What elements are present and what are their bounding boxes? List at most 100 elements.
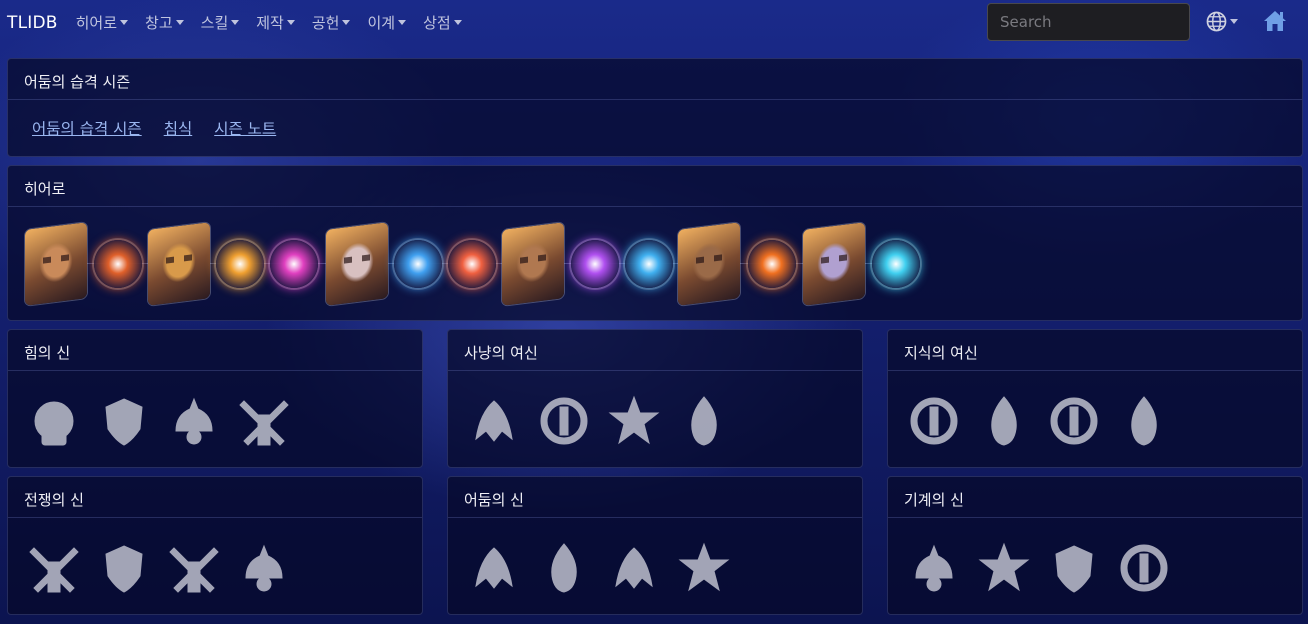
nav-hero[interactable]: 히어로 bbox=[75, 12, 129, 33]
god-card-hunting: 사냥의 여신 bbox=[447, 329, 863, 468]
god-icons-hunting bbox=[448, 371, 862, 449]
chevron-down-icon bbox=[286, 19, 295, 25]
nav-skill[interactable]: 스킬 bbox=[201, 12, 240, 33]
god-emblem-icon[interactable] bbox=[1046, 393, 1102, 449]
chevron-down-icon bbox=[175, 19, 184, 25]
brand-logo[interactable]: TLIDB bbox=[7, 13, 58, 33]
god-emblem-icon[interactable] bbox=[536, 540, 592, 596]
hero-talent-icon[interactable] bbox=[625, 240, 673, 288]
god-emblem-icon[interactable] bbox=[466, 393, 522, 449]
god-emblem-icon[interactable] bbox=[676, 393, 732, 449]
hero-card: 히어로 bbox=[7, 165, 1303, 321]
god-emblem-icon[interactable] bbox=[26, 540, 82, 596]
god-title-machines: 기계의 신 bbox=[888, 477, 1302, 518]
hero-talent-icon[interactable] bbox=[94, 240, 142, 288]
top-navbar: TLIDB 히어로 창고 스킬 제작 공헌 이계 상점 bbox=[0, 0, 1308, 44]
home-icon bbox=[1264, 11, 1286, 31]
god-emblem-icon[interactable] bbox=[1116, 393, 1172, 449]
hero-portrait[interactable] bbox=[326, 222, 388, 306]
nav-hero-label: 히어로 bbox=[75, 13, 118, 32]
god-emblem-icon[interactable] bbox=[1116, 540, 1172, 596]
hero-face-icon bbox=[166, 254, 192, 264]
hero-face-icon bbox=[344, 254, 370, 264]
god-title-deception: 어둠의 신 bbox=[448, 477, 862, 518]
nav-shop-label: 상점 bbox=[423, 13, 451, 32]
hero-face-icon bbox=[43, 254, 69, 264]
season-title: 어둠의 습격 시즌 bbox=[8, 59, 1302, 100]
hero-talent-icon[interactable] bbox=[571, 240, 619, 288]
nav-contribution[interactable]: 공헌 bbox=[312, 12, 351, 33]
god-emblem-icon[interactable] bbox=[536, 393, 592, 449]
chevron-down-icon bbox=[342, 19, 351, 25]
nav-shop[interactable]: 상점 bbox=[423, 12, 462, 33]
home-button[interactable] bbox=[1263, 10, 1287, 36]
hero-talent-icon[interactable] bbox=[448, 240, 496, 288]
hero-face-icon bbox=[520, 254, 546, 264]
hero-portrait[interactable] bbox=[502, 222, 564, 306]
hero-portrait[interactable] bbox=[25, 222, 87, 306]
god-emblem-icon[interactable] bbox=[606, 393, 662, 449]
god-emblem-icon[interactable] bbox=[466, 540, 522, 596]
season-links: 어둠의 습격 시즌 침식 시즌 노트 bbox=[8, 100, 1302, 139]
search-input[interactable] bbox=[987, 3, 1190, 41]
hero-title: 히어로 bbox=[8, 166, 1302, 207]
nav-stash-label: 창고 bbox=[145, 13, 173, 32]
language-dropdown[interactable] bbox=[1206, 11, 1238, 32]
nav-contribution-label: 공헌 bbox=[311, 13, 340, 32]
chevron-down-icon bbox=[1230, 19, 1238, 24]
god-emblem-icon[interactable] bbox=[906, 393, 962, 449]
god-title-hunting: 사냥의 여신 bbox=[448, 330, 862, 371]
chevron-down-icon bbox=[231, 19, 240, 25]
god-icons-might bbox=[8, 371, 422, 449]
god-icons-war bbox=[8, 518, 422, 596]
god-title-might: 힘의 신 bbox=[8, 330, 422, 371]
god-title-war: 전쟁의 신 bbox=[8, 477, 422, 518]
nav-netherrealm[interactable]: 이계 bbox=[367, 12, 407, 33]
hero-talent-icon[interactable] bbox=[872, 240, 920, 288]
god-emblem-icon[interactable] bbox=[906, 540, 962, 596]
globe-icon bbox=[1206, 11, 1227, 32]
hero-list bbox=[8, 207, 1302, 319]
hero-talent-icon[interactable] bbox=[216, 240, 264, 288]
god-emblem-icon[interactable] bbox=[676, 540, 732, 596]
hero-face-icon bbox=[696, 254, 722, 264]
season-link-erosion[interactable]: 침식 bbox=[164, 117, 193, 139]
god-icons-deception bbox=[448, 518, 862, 596]
hero-portrait[interactable] bbox=[678, 222, 740, 306]
nav-craft-label: 제작 bbox=[256, 13, 284, 32]
god-emblem-icon[interactable] bbox=[976, 540, 1032, 596]
god-title-knowledge: 지식의 여신 bbox=[888, 330, 1302, 371]
god-emblem-icon[interactable] bbox=[976, 393, 1032, 449]
season-link-season-notes[interactable]: 시즌 노트 bbox=[214, 117, 276, 139]
hero-face-icon bbox=[821, 254, 847, 264]
god-emblem-icon[interactable] bbox=[166, 393, 222, 449]
god-emblem-icon[interactable] bbox=[166, 540, 222, 596]
god-card-war: 전쟁의 신 bbox=[7, 476, 423, 615]
chevron-down-icon bbox=[453, 19, 462, 25]
nav-stash[interactable]: 창고 bbox=[145, 12, 184, 33]
hero-portrait[interactable] bbox=[803, 222, 865, 306]
season-card: 어둠의 습격 시즌 어둠의 습격 시즌 침식 시즌 노트 bbox=[7, 58, 1303, 157]
god-card-knowledge: 지식의 여신 bbox=[887, 329, 1303, 468]
hero-talent-icon[interactable] bbox=[394, 240, 442, 288]
god-emblem-icon[interactable] bbox=[26, 393, 82, 449]
god-emblem-icon[interactable] bbox=[606, 540, 662, 596]
god-emblem-icon[interactable] bbox=[1046, 540, 1102, 596]
god-emblem-icon[interactable] bbox=[96, 540, 152, 596]
chevron-down-icon bbox=[120, 19, 129, 25]
god-icons-machines bbox=[888, 518, 1302, 596]
god-card-deception: 어둠의 신 bbox=[447, 476, 863, 615]
hero-portrait[interactable] bbox=[148, 222, 210, 306]
god-card-machines: 기계의 신 bbox=[887, 476, 1303, 615]
god-icons-knowledge bbox=[888, 371, 1302, 449]
season-link-dark-surge[interactable]: 어둠의 습격 시즌 bbox=[32, 117, 142, 139]
god-emblem-icon[interactable] bbox=[96, 393, 152, 449]
nav-netherrealm-label: 이계 bbox=[367, 13, 396, 32]
hero-talent-icon[interactable] bbox=[748, 240, 796, 288]
hero-talent-icon[interactable] bbox=[270, 240, 318, 288]
god-card-might: 힘의 신 bbox=[7, 329, 423, 468]
god-emblem-icon[interactable] bbox=[236, 393, 292, 449]
nav-craft[interactable]: 제작 bbox=[256, 12, 295, 33]
chevron-down-icon bbox=[398, 19, 407, 25]
god-emblem-icon[interactable] bbox=[236, 540, 292, 596]
